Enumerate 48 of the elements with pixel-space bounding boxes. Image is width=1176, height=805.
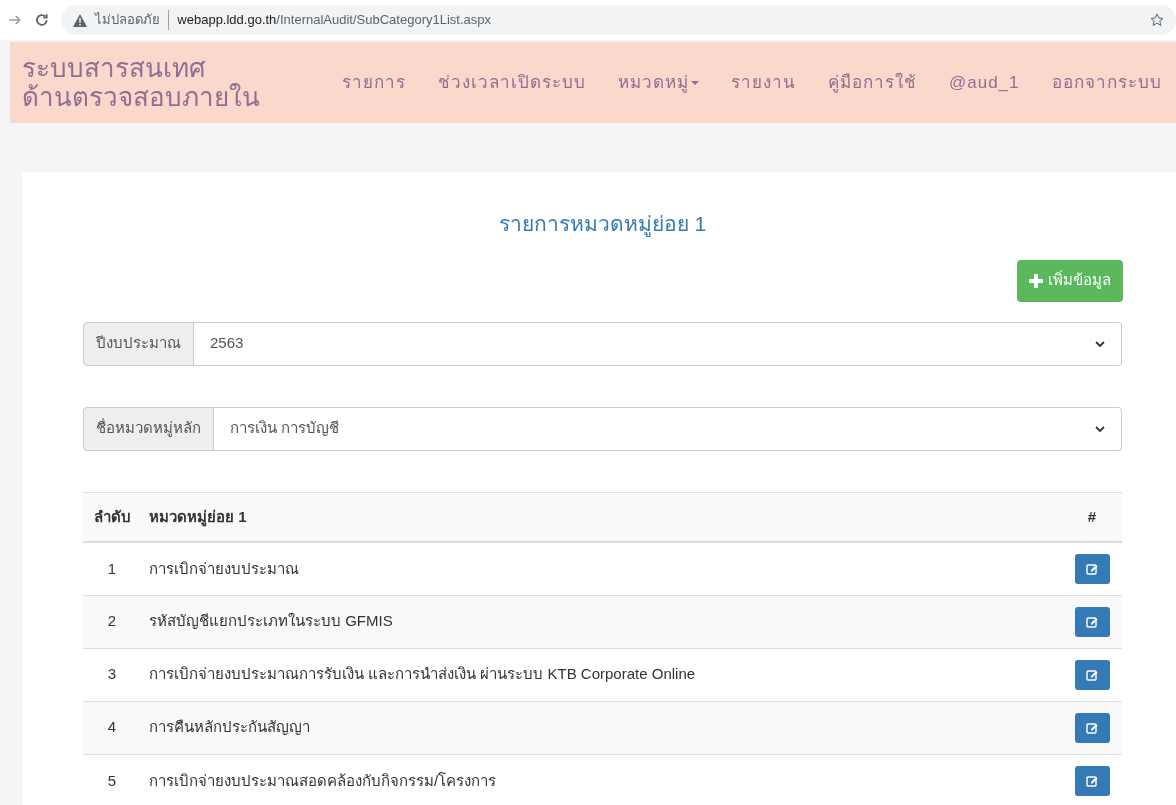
plus-icon — [1029, 273, 1043, 288]
row-number: 1 — [107, 559, 117, 577]
edit-button[interactable] — [1074, 659, 1110, 690]
edit-icon — [1086, 615, 1098, 628]
select-field[interactable]: 2563 — [194, 321, 1122, 366]
edit-icon — [1086, 721, 1098, 734]
table-cell: การเบิกจ่ายงบประมาณสอดคล้องกับกิจกรรม/โครงการ — [149, 771, 497, 789]
edit-button[interactable] — [1074, 606, 1110, 637]
add-button[interactable]: เพิ่มข้อมูล — [1017, 259, 1123, 302]
input-group-label: ชื่อหมวดหมู่หลัก — [83, 406, 214, 451]
star-icon[interactable] — [1150, 13, 1164, 27]
edit-button[interactable] — [1074, 765, 1110, 796]
address-bar[interactable]: ไม่ปลอดภัย webapp.ldd.go.th/InternalAudit/SubCategory1List.aspx — [61, 5, 1176, 35]
nav-link[interactable]: รายการ — [342, 69, 406, 96]
nav-link[interactable]: รายงาน — [731, 69, 796, 96]
edit-icon — [1086, 774, 1098, 787]
nav-link[interactable]: หมวดหมู่ — [618, 69, 699, 96]
site-title-line: ด้านตรวจสอบภายใน — [22, 82, 261, 112]
table-cell: รหัสบัญชีแยกประเภทในระบบ GFMIS — [149, 612, 393, 630]
nav-link[interactable]: @aud_1 — [949, 69, 1020, 96]
nav-link[interactable]: ช่วงเวลาเปิดระบบ — [438, 69, 586, 96]
warning-icon — [73, 13, 88, 27]
row-number: 4 — [107, 718, 117, 736]
edit-button[interactable] — [1074, 712, 1110, 743]
select-field[interactable]: การเงิน การบัญชี — [214, 406, 1122, 451]
chevron-down-icon — [1095, 425, 1105, 432]
site-title-line: ระบบสารสนเทศ — [22, 53, 207, 83]
table-cell: การคืนหลักประกันสัญญา — [149, 718, 310, 736]
chevron-down-icon — [1095, 340, 1105, 347]
reload-icon[interactable] — [33, 12, 50, 28]
row-number: 3 — [107, 665, 117, 683]
edit-icon — [1086, 562, 1098, 575]
url-text: webapp.ldd.go.th/InternalAudit/SubCategory1List.aspx — [177, 11, 491, 30]
row-number: 5 — [107, 771, 117, 789]
table-cell: การเบิกจ่ายงบประมาณ — [149, 559, 299, 577]
security-label: ไม่ปลอดภัย — [95, 10, 170, 30]
column-header: # — [1087, 507, 1097, 525]
column-header: ลำดับ — [93, 507, 131, 525]
row-number: 2 — [107, 612, 117, 630]
column-header: หมวดหมู่ย่อย 1 — [149, 507, 247, 525]
nav-link[interactable]: คู่มือการใช้ — [828, 69, 917, 96]
input-group-label: ปีงบประมาณ — [83, 321, 194, 366]
table-cell: การเบิกจ่ายงบประมาณการรับเงิน และการนำส่งเงิน ผ่านระบบ KTB Corporate Online — [149, 665, 696, 683]
forward-icon[interactable] — [8, 13, 22, 27]
page-title: รายการหมวดหมู่ย่อย 1 — [497, 211, 708, 239]
nav-link[interactable]: ออกจากระบบ — [1051, 69, 1162, 96]
edit-button[interactable] — [1074, 553, 1110, 584]
edit-icon — [1086, 668, 1098, 681]
